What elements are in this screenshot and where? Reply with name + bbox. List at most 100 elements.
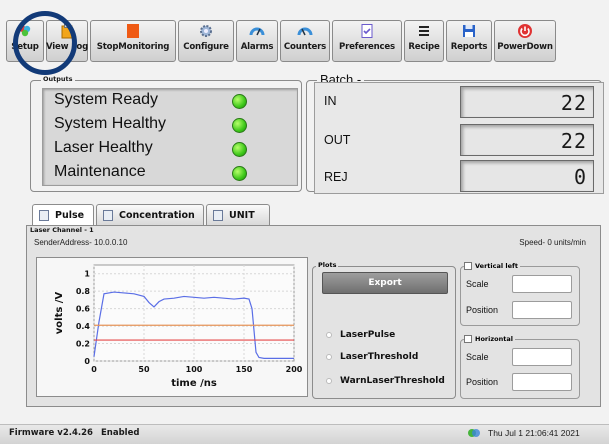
status-led-maintenance [232, 166, 247, 181]
status-led-laser-healthy [232, 142, 247, 157]
vertical-left-title: Vertical left [475, 262, 518, 270]
counters-button[interactable]: Counters [280, 20, 330, 62]
tab-pulse-label: Pulse [55, 210, 85, 221]
document-icon [213, 210, 223, 221]
tab-unit[interactable]: UNIT [206, 204, 270, 226]
gear-icon [200, 25, 212, 37]
stop-square-icon [127, 24, 139, 38]
horizontal-position-input[interactable] [512, 373, 572, 391]
setup-button[interactable]: Setup [6, 20, 44, 62]
vertical-left-header: Vertical left [464, 262, 520, 270]
setup-label: Setup [11, 42, 39, 52]
x-axis-label: time /ns [171, 378, 217, 389]
radio-dot[interactable] [326, 378, 332, 384]
x-tick-label: 50 [138, 365, 150, 374]
y-tick-label: 0.6 [76, 305, 91, 314]
configure-label: Configure [183, 42, 229, 52]
vertical-scale-input[interactable] [512, 275, 572, 293]
plots-title: Plots [316, 261, 339, 269]
tab-concentration[interactable]: Concentration [96, 204, 204, 226]
vertical-position-input[interactable] [512, 301, 572, 319]
firmware-version: Firmware v2.4.26 [9, 428, 93, 438]
radio-laser-pulse-label: LaserPulse [340, 330, 396, 340]
configure-button[interactable]: Configure [178, 20, 234, 62]
radio-laser-pulse[interactable]: LaserPulse [326, 330, 395, 340]
vertical-position-label: Position [466, 305, 499, 315]
y-tick-label: 0 [84, 357, 90, 366]
counters-label: Counters [283, 42, 327, 52]
output-label-laser-healthy: Laser Healthy [54, 139, 153, 156]
output-label-system-ready: System Ready [54, 91, 159, 108]
stop-monitoring-button[interactable]: StopMonitoring [90, 20, 176, 62]
radio-warn-laser-threshold[interactable]: WarnLaserThreshold [326, 376, 445, 386]
y-tick-label: 0.8 [76, 287, 91, 296]
output-label-system-healthy: System Healthy [54, 115, 167, 132]
horizontal-checkbox[interactable] [464, 335, 472, 343]
y-tick-label: 0.4 [76, 322, 91, 331]
reports-button[interactable]: Reports [446, 20, 492, 62]
batch-rej-value: 0 [573, 165, 587, 189]
stop-monitoring-label: StopMonitoring [96, 42, 170, 52]
batch-out-value: 22 [560, 129, 587, 153]
gauge-icon [249, 27, 265, 36]
speed-readout: Speed- 0 units/min [519, 238, 586, 247]
network-icon [468, 429, 480, 437]
tab-pulse[interactable]: Pulse [32, 204, 94, 226]
radio-dot[interactable] [326, 332, 332, 338]
vertical-scale-label: Scale [466, 279, 489, 289]
x-tick-label: 100 [186, 365, 203, 374]
batch-in-label: IN [324, 94, 337, 108]
x-tick-label: 0 [91, 365, 97, 374]
tab-unit-label: UNIT [229, 210, 255, 221]
horizontal-scale-label: Scale [466, 352, 489, 362]
horizontal-header: Horizontal [464, 335, 515, 343]
batch-out-display: 22 [460, 124, 594, 156]
power-icon [518, 24, 532, 38]
alarms-label: Alarms [240, 42, 274, 52]
tab-concentration-label: Concentration [119, 210, 195, 221]
checklist-icon [361, 24, 373, 38]
power-down-button[interactable]: PowerDown [494, 20, 556, 62]
horizontal-position-label: Position [466, 377, 499, 387]
view-log-label: View Log [45, 42, 89, 52]
horizontal-title: Horizontal [475, 335, 513, 343]
setup-icon [19, 25, 31, 37]
document-icon [103, 210, 113, 221]
batch-out-label: OUT [324, 133, 351, 147]
reports-label: Reports [450, 42, 488, 52]
output-label-maintenance: Maintenance [54, 163, 146, 180]
date-time: Thu Jul 1 21:06:41 2021 [488, 428, 580, 438]
export-button[interactable]: Export [322, 272, 448, 294]
batch-rej-display: 0 [460, 160, 594, 192]
recipe-label: Recipe [408, 42, 440, 52]
radio-laser-threshold-label: LaserThreshold [340, 352, 419, 362]
floppy-icon [463, 25, 475, 37]
clipboard-icon [61, 24, 73, 39]
batch-rej-label: REJ [324, 170, 348, 184]
radio-dot[interactable] [326, 354, 332, 360]
pulse-chart: 0 50 100 150 200 0 0.2 0.4 0.6 0.8 1 time /ns volts … [54, 264, 303, 389]
y-tick-label: 0.2 [76, 340, 90, 349]
outputs-title: Outputs [41, 75, 75, 83]
toolbar: Setup View Log StopMonitoring Configure … [6, 0, 609, 62]
radio-warn-laser-threshold-label: WarnLaserThreshold [340, 376, 445, 386]
recipe-button[interactable]: Recipe [404, 20, 444, 62]
alarms-button[interactable]: Alarms [236, 20, 278, 62]
preferences-label: Preferences [339, 42, 395, 52]
list-icon [419, 26, 429, 36]
state-text: Enabled [101, 428, 140, 438]
radio-laser-threshold[interactable]: LaserThreshold [326, 352, 418, 362]
laser-channel-title: Laser Channel - 1 [30, 226, 94, 234]
y-axis-label: volts /V [54, 292, 65, 335]
horizontal-scale-input[interactable] [512, 348, 572, 366]
gauge-icon [297, 27, 313, 36]
preferences-button[interactable]: Preferences [332, 20, 402, 62]
x-tick-label: 200 [286, 365, 303, 374]
y-tick-label: 1 [84, 270, 90, 279]
document-icon [39, 210, 49, 221]
vertical-left-checkbox[interactable] [464, 262, 472, 270]
sender-address: SenderAddress- 10.0.0.10 [34, 238, 128, 247]
x-tick-label: 150 [236, 365, 253, 374]
view-log-button[interactable]: View Log [46, 20, 88, 62]
power-down-label: PowerDown [497, 42, 553, 52]
